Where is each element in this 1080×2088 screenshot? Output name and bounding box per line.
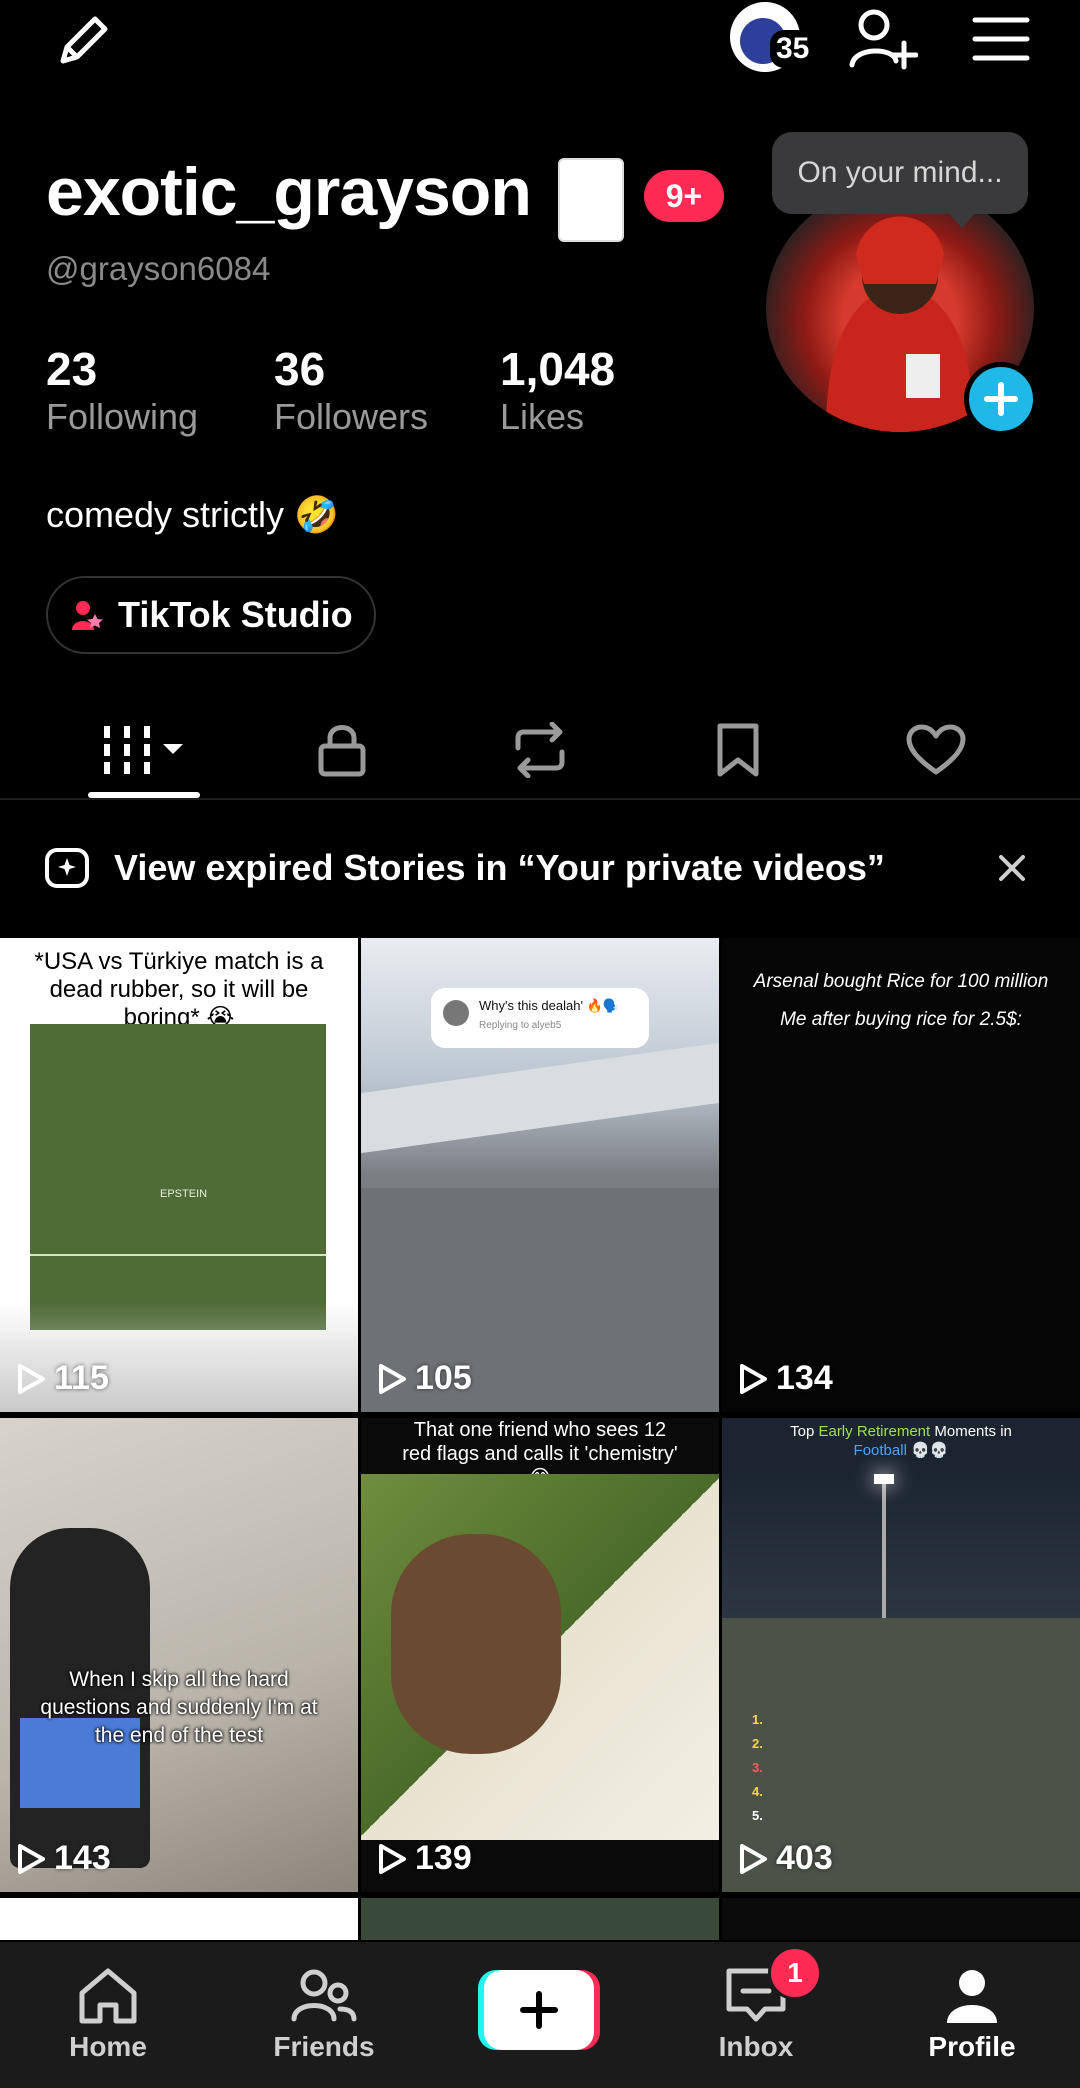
video-caption: When I skip all the hard questions and s… [40,1668,318,1747]
nav-inbox[interactable]: Inbox [648,1942,864,2088]
account-count: 35 [770,30,816,68]
tiktok-studio-button[interactable]: TikTok Studio [46,576,376,654]
video-thumbnail [361,1474,719,1840]
play-icon [18,1363,45,1394]
video-tile[interactable]: Top Early Retirement Moments in Football… [722,1418,1080,1892]
bubble-tail [948,212,976,228]
video-tile[interactable]: *USA vs Türkiye match is a dead rubber, … [0,938,358,1412]
stat-value: 1,048 [500,343,616,395]
nav-label: Friends [273,2031,375,2062]
stat-likes[interactable]: 1,048 Likes [500,342,615,438]
video-tile[interactable] [361,1898,719,1940]
tab-favorites[interactable] [630,700,846,800]
play-icon [740,1843,767,1874]
plus-icon [520,1991,558,2029]
video-tile[interactable]: Why's this dealah' 🔥🗣️ Replying to alyeb… [361,938,719,1412]
view-count: 115 [16,1359,109,1398]
stat-value: 36 [274,343,326,395]
display-name: exotic_grayson [46,154,532,230]
repost-icon [515,722,565,778]
view-count-value: 143 [54,1839,111,1877]
menu-hamburger-icon[interactable] [966,4,1036,74]
top-bar: 35 [0,0,1080,80]
video-caption: Top Early Retirement Moments in Football… [790,1423,1012,1459]
stories-icon [45,848,89,888]
friends-icon [291,1969,357,2022]
nav-label: Inbox [718,2031,794,2062]
on-your-mind-bubble[interactable]: On your mind... [772,132,1028,214]
video-tile[interactable]: Arsenal bought Rice for 100 million Me a… [722,938,1080,1412]
view-count-value: 134 [776,1359,833,1397]
stat-value: 23 [46,343,98,395]
view-count: 139 [377,1839,472,1878]
add-story-plus-icon[interactable] [964,362,1038,436]
video-grid: *USA vs Türkiye match is a dead rubber, … [0,938,1080,1940]
video-tile[interactable]: That one friend who sees 12 red flags an… [361,1418,719,1892]
create-button[interactable] [478,1970,600,2050]
nav-home[interactable]: Home [0,1942,216,2088]
video-caption-2: Me after buying rice for 2.5$: [780,1009,1022,1030]
stat-label: Likes [500,396,585,437]
video-tile[interactable]: When I skip all the hard questions and s… [0,1418,358,1892]
ranking-list: 1. 2. 3. 4. 5. [752,1712,763,1823]
stat-label: Followers [274,396,429,437]
video-thumbnail: EPSTEIN [30,1024,326,1330]
banner-text: View expired Stories in “Your private vi… [114,847,885,888]
video-caption: *USA vs Türkiye match is a dead rubber, … [34,948,324,1031]
profile-icon [947,1970,997,2023]
inbox-badge: 1 [768,1946,822,2000]
notification-badge[interactable]: 9+ [644,170,724,222]
user-handle: @grayson6084 [46,250,271,287]
bookmark-icon [717,723,759,777]
play-icon [18,1843,45,1874]
expired-stories-banner[interactable]: View expired Stories in “Your private vi… [0,800,1080,936]
reply-text: Why's this dealah' 🔥🗣️ [479,998,619,1013]
bio-text: comedy strictly 🤣 [46,494,339,535]
tab-private[interactable] [234,700,450,800]
view-count-value: 105 [415,1359,472,1397]
nav-profile[interactable]: Profile [864,1942,1080,2088]
edit-pencil-icon[interactable] [48,6,118,76]
studio-person-icon [72,601,103,630]
tab-videos[interactable] [36,700,252,800]
heart-icon [906,724,966,775]
stat-following[interactable]: 23 Following [46,342,198,438]
stat-label: Following [46,396,199,437]
home-icon [79,1968,137,2024]
joker-card-emoji: 🃏 [558,158,624,242]
view-count-value: 403 [776,1839,833,1877]
nav-label: Profile [928,2031,1016,2062]
close-icon[interactable] [996,852,1028,884]
view-count-value: 139 [415,1839,472,1877]
play-icon [379,1843,406,1874]
play-icon [740,1363,767,1394]
video-caption: Arsenal bought Rice for 100 million [753,971,1049,992]
studio-label: TikTok Studio [118,594,353,635]
thumbnail-text: EPSTEIN [160,1188,208,1200]
view-count: 134 [738,1359,833,1398]
tab-reposts[interactable] [432,700,648,800]
grid-filter-icon [104,726,183,774]
bottom-navigation: Home Friends Inbox Profile [0,1942,1080,2088]
stat-followers[interactable]: 36 Followers [274,342,428,438]
content-tabs [0,700,1080,800]
video-tile[interactable] [722,1898,1080,1940]
lock-icon [318,725,366,777]
video-tile[interactable] [0,1898,358,1940]
view-count-value: 115 [54,1359,109,1397]
view-count: 403 [738,1839,833,1878]
reply-bubble: Why's this dealah' 🔥🗣️ Replying to alyeb… [431,988,649,1048]
reply-sub: Replying to alyeb5 [479,1020,562,1031]
nav-friends[interactable]: Friends [216,1942,432,2088]
tab-liked[interactable] [828,700,1044,800]
play-icon [379,1363,406,1394]
view-count: 105 [377,1359,472,1398]
view-count: 143 [16,1839,111,1878]
nav-label: Home [69,2031,147,2062]
add-friend-icon[interactable] [844,4,920,74]
